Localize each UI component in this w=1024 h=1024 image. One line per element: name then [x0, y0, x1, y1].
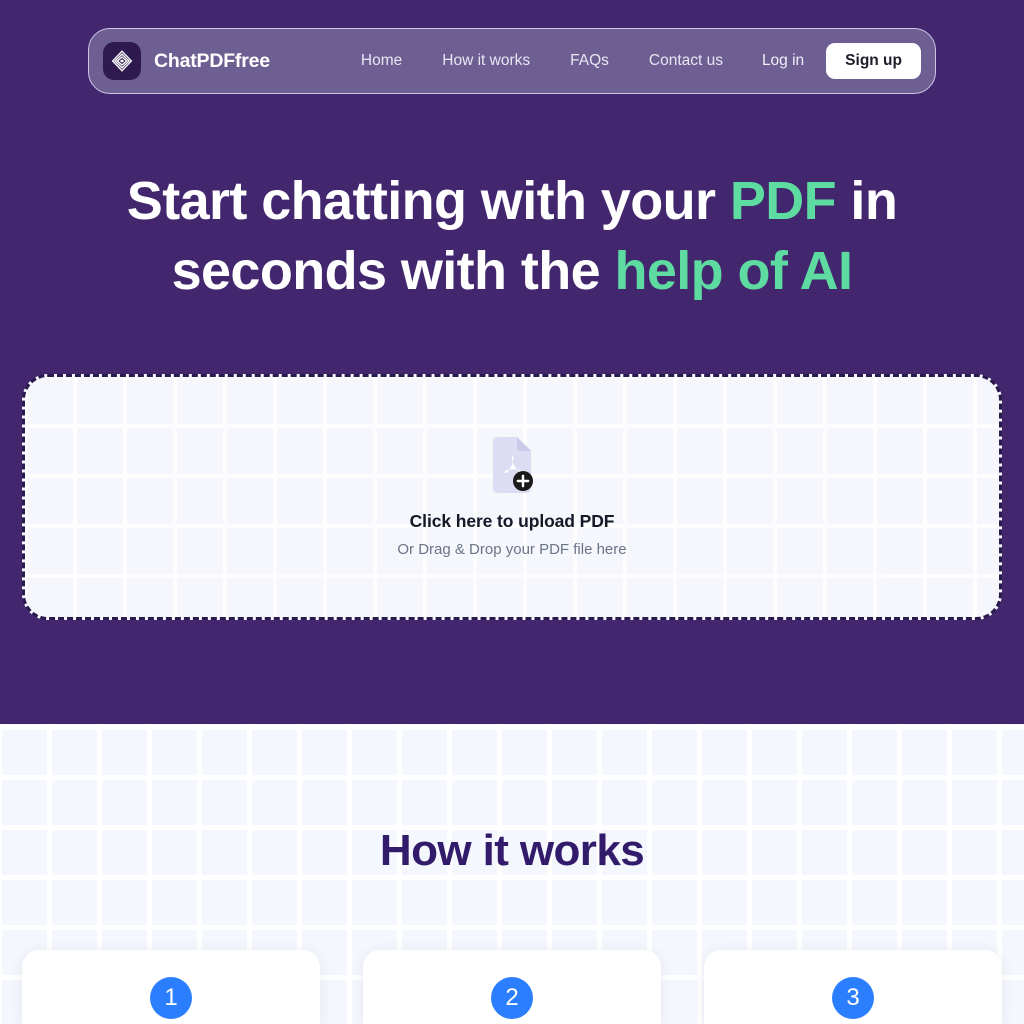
step-card-2[interactable]: 2: [363, 950, 661, 1024]
page-title: Start chatting with your PDF in seconds …: [0, 166, 1024, 306]
navbar: ChatPDFfree Home How it works FAQs Conta…: [88, 28, 936, 94]
how-it-works-cards: 1 2 3: [22, 950, 1003, 1024]
signup-button[interactable]: Sign up: [826, 43, 921, 79]
step-card-3[interactable]: 3: [704, 950, 1002, 1024]
nav-link-contact-us[interactable]: Contact us: [629, 52, 743, 70]
upload-subtitle: Or Drag & Drop your PDF file here: [397, 540, 627, 558]
step-number-badge: 3: [832, 977, 874, 1019]
step-number-badge: 2: [491, 977, 533, 1019]
upload-content: Click here to upload PDF Or Drag & Drop …: [397, 436, 627, 558]
nav-link-how-it-works[interactable]: How it works: [422, 52, 550, 70]
step-card-1[interactable]: 1: [22, 950, 320, 1024]
nav-actions: Log in Sign up: [750, 43, 921, 79]
upload-title: Click here to upload PDF: [409, 510, 615, 531]
hero-title-accent-ai: help of AI: [614, 241, 853, 301]
brand[interactable]: ChatPDFfree: [103, 42, 270, 80]
brand-name: ChatPDFfree: [154, 49, 270, 72]
nav-link-home[interactable]: Home: [341, 52, 422, 70]
nav-link-faqs[interactable]: FAQs: [550, 52, 629, 70]
pdf-upload-dropzone[interactable]: Click here to upload PDF Or Drag & Drop …: [22, 374, 1002, 620]
login-link[interactable]: Log in: [750, 52, 816, 70]
pdf-file-add-icon: [489, 436, 535, 493]
hero-title-part1: Start chatting with your: [126, 171, 730, 231]
nav-links: Home How it works FAQs Contact us: [341, 52, 743, 70]
hero-title-accent-pdf: PDF: [729, 171, 837, 231]
step-number-badge: 1: [150, 977, 192, 1019]
page-root: ChatPDFfree Home How it works FAQs Conta…: [0, 0, 1024, 1024]
how-it-works-title: How it works: [379, 826, 645, 875]
concentric-diamond-logo-icon: [103, 42, 141, 80]
